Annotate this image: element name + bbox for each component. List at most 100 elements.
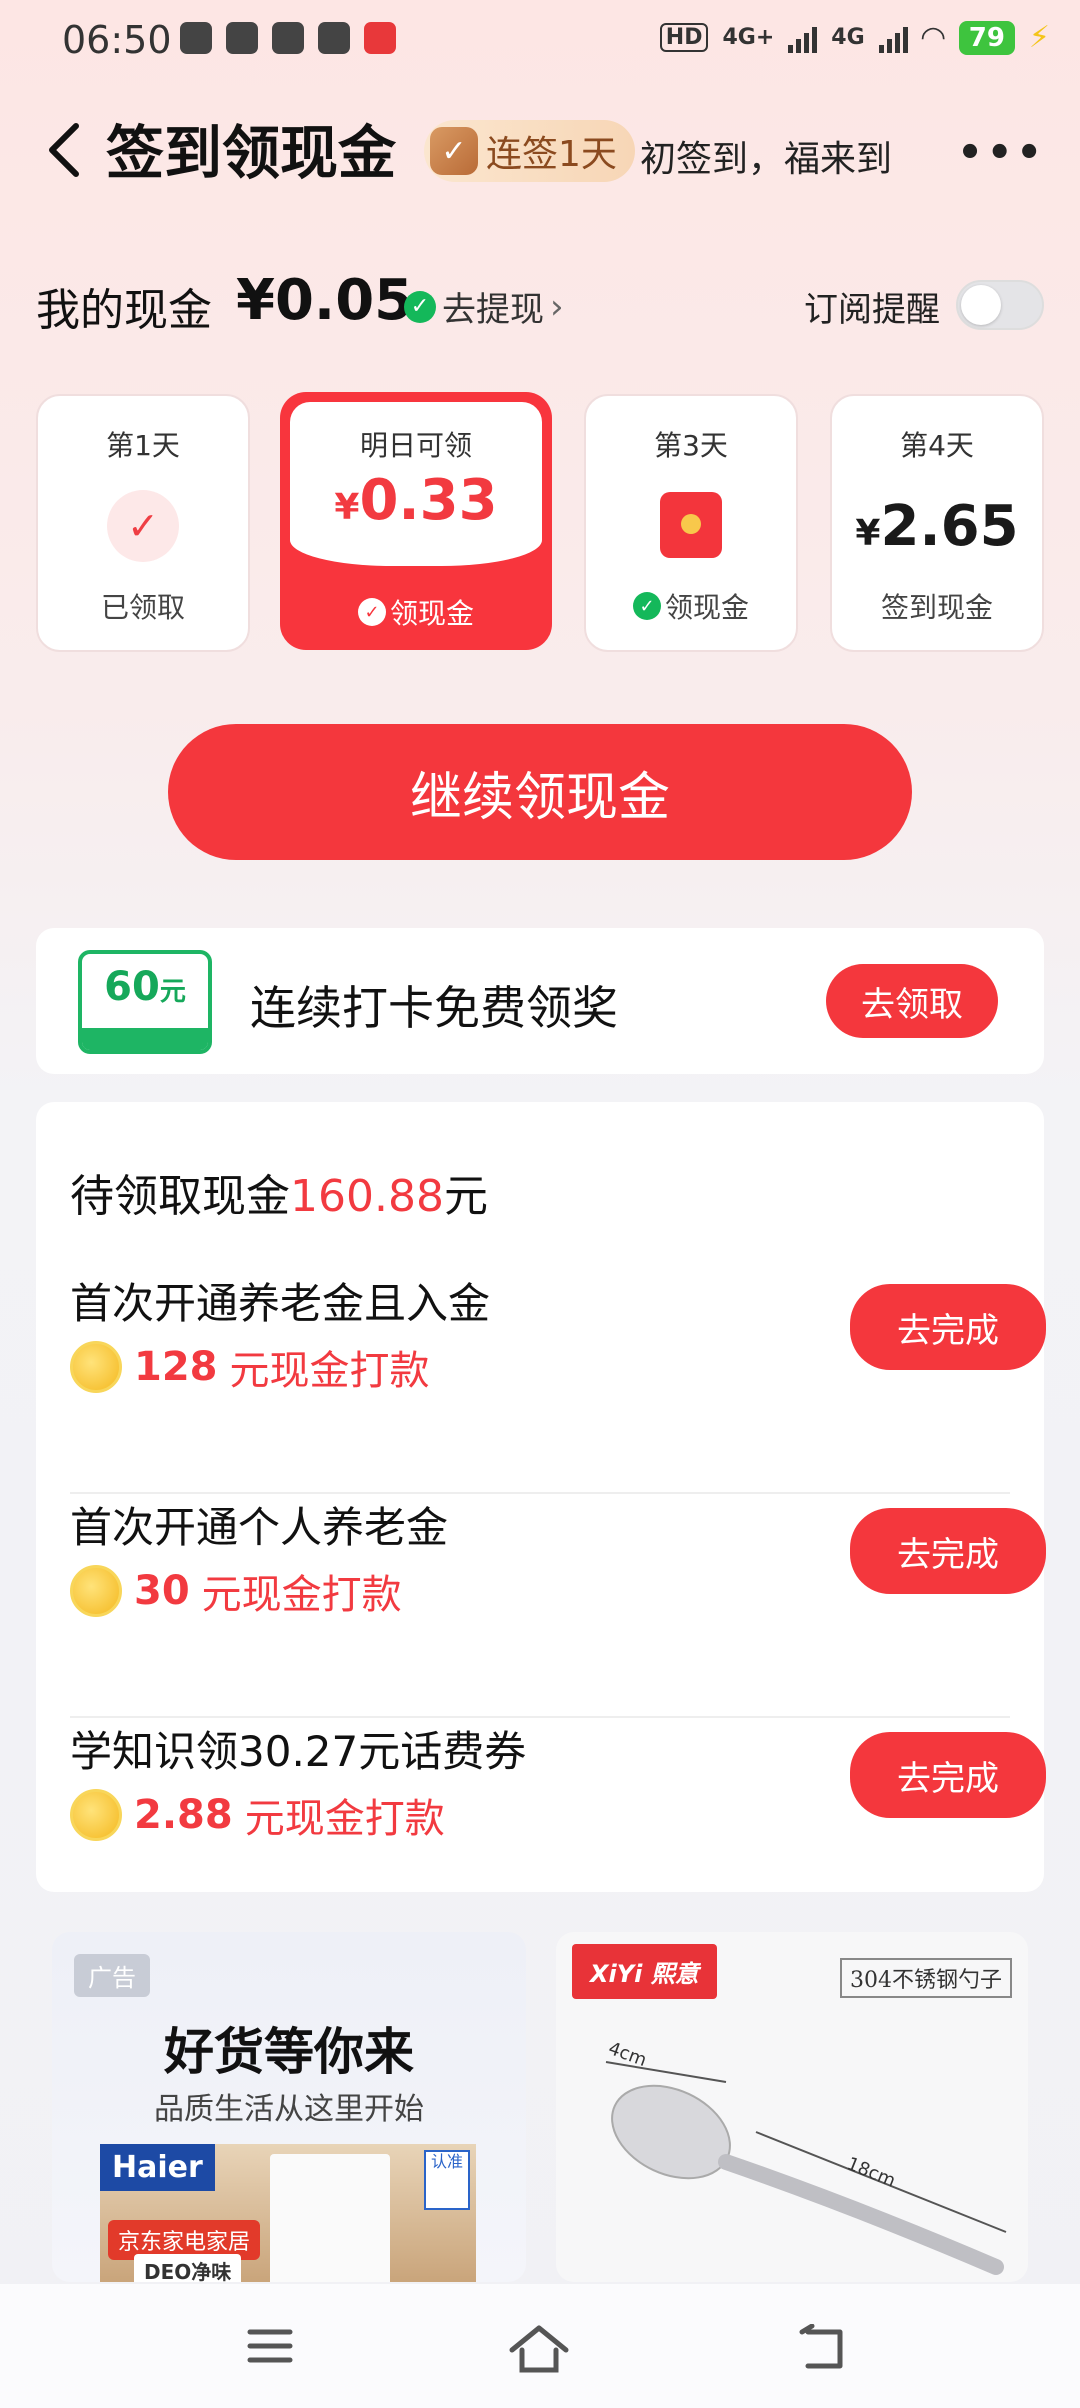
back-icon[interactable] [42,118,86,182]
back-nav-icon[interactable] [798,2324,850,2372]
more-icon[interactable]: ••• [957,130,1046,176]
day-label: 第4天 [900,429,974,462]
notification-icons [180,22,396,54]
brand-logo: Haier [100,2144,215,2191]
day-label: 第3天 [654,429,728,462]
system-status: HD 4G+ 4G ◠ 79 ⚡ [659,20,1050,55]
chat-icon [180,22,212,54]
my-cash-label: 我的现金 [36,285,212,336]
day-card-inner: 明日可领 ¥0.33 [290,402,542,566]
day-status-text: 已领取 [100,591,185,624]
task-item: 首次开通个人养老金 30 元现金打款 去完成 [70,1494,1046,1718]
task-reward: 128 元现金打款 [70,1338,430,1396]
brand-logo: XiYi 熙意 [572,1944,717,1999]
subscribe-label: 订阅提醒 [804,290,940,330]
day-card-3[interactable]: 第3天 ✓ 领现金 [584,394,798,652]
toggle-knob [961,285,1001,325]
ad-subline: 品质生活从这里开始 [154,2092,424,2127]
check-icon: ✓ [107,490,179,562]
task-item: 学知识领30.27元话费券 2.88 元现金打款 去完成 [70,1718,1046,1942]
task-name: 学知识领30.27元话费券 [70,1727,527,1776]
coin-icon [70,1341,122,1393]
ticket-value: 60 [104,964,160,1010]
complete-task-button[interactable]: 去完成 [850,1284,1046,1370]
day-label: 第1天 [106,429,180,462]
cash-amount: ¥0.05 [236,268,414,333]
product-spec: 304不锈钢勺子 [840,1958,1012,1998]
task-name: 首次开通养老金且入金 [70,1279,491,1328]
reward-text: 元现金打款 [229,1348,430,1394]
product-image: Haier 京东家电家居 DEO净味 认准 [100,2144,476,2282]
slogan: 初签到，福来到 [640,139,893,180]
day-amount: 0.33 [359,468,498,533]
withdraw-label: 去提现 [442,290,544,330]
wifi-icon: ◠ [921,20,945,55]
task-reward: 30 元现金打款 [70,1562,402,1620]
app-notification-icon [364,22,396,54]
day-status: 已领取 [38,586,248,626]
day-label: 明日可领 [359,429,472,462]
system-nav-bar [0,2284,1080,2408]
net2-label: 4G [831,25,865,50]
menu-icon[interactable] [246,2324,294,2368]
check-circle-icon: ✓ [357,598,386,626]
shield-check-icon: ✓ [430,127,478,175]
check-circle-icon: ✓ [632,592,661,620]
page-title: 签到领现金 [106,119,397,187]
streak-label: 连签1天 [486,134,617,175]
pending-amount: 160.88 [290,1171,444,1222]
subscribe-toggle[interactable] [956,280,1044,330]
currency-symbol: ¥ [334,487,360,528]
net1-label: 4G+ [722,25,775,50]
continue-claim-button[interactable]: 继续领现金 [168,724,912,860]
action-label: 领现金 [664,591,749,624]
title-suffix: 元 [443,1171,488,1222]
status-bar: 06:50 HD 4G+ 4G ◠ 79 ⚡ [0,0,1080,84]
claim-cash-action[interactable]: ✓ 领现金 [280,592,552,632]
withdraw-link[interactable]: ✓ 去提现 › [404,282,564,331]
claim-cash-action[interactable]: ✓ 领现金 [586,586,796,626]
coin-icon [70,1565,122,1617]
hd-icon: HD [659,23,709,52]
pending-cash-title: 待领取现金160.88元 [70,1160,488,1224]
day-card-4: 第4天 ¥2.65 签到现金 [830,394,1044,652]
fridge-image [270,2154,390,2282]
coin-icon [70,1789,122,1841]
reward-text: 元现金打款 [201,1572,402,1618]
reward-amount: 2.88 [134,1792,233,1838]
ad-headline: 好货等你来 [164,2023,414,2081]
reward-amount: 128 [134,1344,218,1390]
claim-button[interactable]: 去领取 [826,964,998,1038]
ad-tag: 广告 [74,1954,150,1997]
day-status-text: 签到现金 [880,591,993,624]
task-list-card: 待领取现金160.88元 首次开通养老金且入金 128 元现金打款 去完成 首次开… [36,1102,1046,1892]
ticket-icon: 60元 [78,950,212,1054]
cert-badge: 认准 [424,2150,470,2210]
reward-amount: 30 [134,1568,190,1614]
day-amount: 2.65 [880,494,1019,559]
product-label: DEO净味 [134,2254,242,2282]
ad-card-spoon[interactable]: XiYi 熙意 304不锈钢勺子 4cm 18cm [556,1932,1028,2282]
complete-task-button[interactable]: 去完成 [850,1732,1046,1818]
leaf-icon [318,22,350,54]
streak-badge: ✓ 连签1天 [424,120,635,182]
currency-symbol: ¥ [855,513,881,554]
chevron-right-icon: › [550,286,564,327]
home-icon[interactable] [508,2324,570,2374]
status-time: 06:50 [62,18,172,62]
day-value: ¥2.65 [832,494,1042,559]
task-reward: 2.88 元现金打款 [70,1786,445,1844]
complete-task-button[interactable]: 去完成 [850,1508,1046,1594]
action-label: 领现金 [389,597,474,630]
signal2-icon [878,23,908,53]
day-card-1: 第1天 ✓ 已领取 [36,394,250,652]
inbox-icon [272,22,304,54]
checkin-promo-card: 60元 连续打卡免费领奖 去领取 [36,928,1044,1074]
reward-text: 元现金打款 [244,1796,445,1842]
day-value: ¥0.33 [290,468,542,533]
day-card-tomorrow[interactable]: 明日可领 ¥0.33 ✓ 领现金 [280,392,552,650]
check-circle-icon: ✓ [404,290,436,323]
promo-text: 连续打卡免费领奖 [250,981,618,1035]
ad-card-appliance[interactable]: 广告 好货等你来 品质生活从这里开始 Haier 京东家电家居 DEO净味 认准 [52,1932,526,2282]
charging-icon: ⚡ [1028,20,1050,55]
